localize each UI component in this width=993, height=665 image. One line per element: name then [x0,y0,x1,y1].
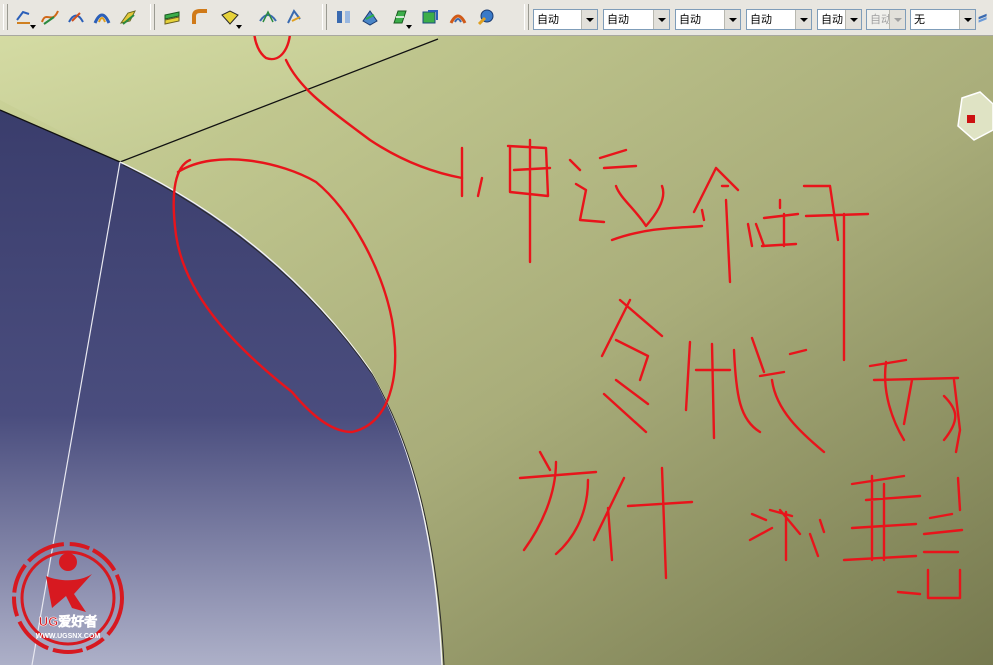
combo-5-value: 自动 [821,13,843,26]
spline-curve-icon[interactable] [38,4,62,30]
combo-1-value: 自动 [537,13,559,26]
trim-surface-icon[interactable] [282,4,306,30]
ug-fan-logo: UG爱好者 WWW.UGSNX.COM [12,542,124,654]
combo-4[interactable]: 自动 [746,9,812,30]
analysis-icon[interactable] [474,4,498,30]
chevron-down-icon[interactable] [795,10,811,29]
logo-figure [46,574,92,612]
untrim-icon[interactable] [418,4,442,30]
chevron-down-icon[interactable] [959,10,975,29]
combo-3-value: 自动 [679,13,701,26]
combo-7[interactable]: 无 [910,9,976,30]
logo-head [59,553,77,571]
combo-2-value: 自动 [607,13,629,26]
offset-surface-icon[interactable] [160,4,184,30]
toolbar-separator [322,4,327,30]
layer-properties-icon[interactable] [977,4,993,30]
toolbar-separator [524,4,529,30]
compass-marker [967,115,975,123]
combo-4-value: 自动 [750,13,772,26]
logo-text-url: WWW.UGSNX.COM [36,633,101,640]
combo-7-value: 无 [914,13,925,26]
disassemble-icon[interactable] [446,4,470,30]
healing-icon[interactable] [388,4,412,30]
toolbar: 自动 自动 自动 自动 自动 自动 无 [0,0,993,36]
chevron-down-icon[interactable] [724,10,740,29]
toolbar-grip[interactable] [3,4,8,30]
blend-surface-icon[interactable] [116,4,140,30]
combo-1[interactable]: 自动 [533,9,598,30]
join-surface-icon[interactable] [358,4,382,30]
3d-viewport[interactable] [0,36,993,665]
chevron-down-icon [889,10,905,29]
curve-sketch-icon[interactable] [12,4,36,30]
chevron-down-icon[interactable] [845,10,861,29]
sweep-surface-icon[interactable] [90,4,114,30]
combo-5[interactable]: 自动 [817,9,862,30]
combo-2[interactable]: 自动 [603,9,670,30]
combo-6: 自动 [866,9,906,30]
combo-3[interactable]: 自动 [675,9,741,30]
fill-surface-icon[interactable] [218,4,242,30]
chevron-down-icon[interactable] [653,10,669,29]
logo-text-main: UG爱好者 [39,614,98,629]
fillet-surface-icon[interactable] [188,4,212,30]
chevron-down-icon[interactable] [581,10,597,29]
toolbar-separator [150,4,155,30]
extract-geometry-icon[interactable] [332,4,356,30]
connect-curve-icon[interactable] [64,4,88,30]
net-surface-icon[interactable] [256,4,280,30]
